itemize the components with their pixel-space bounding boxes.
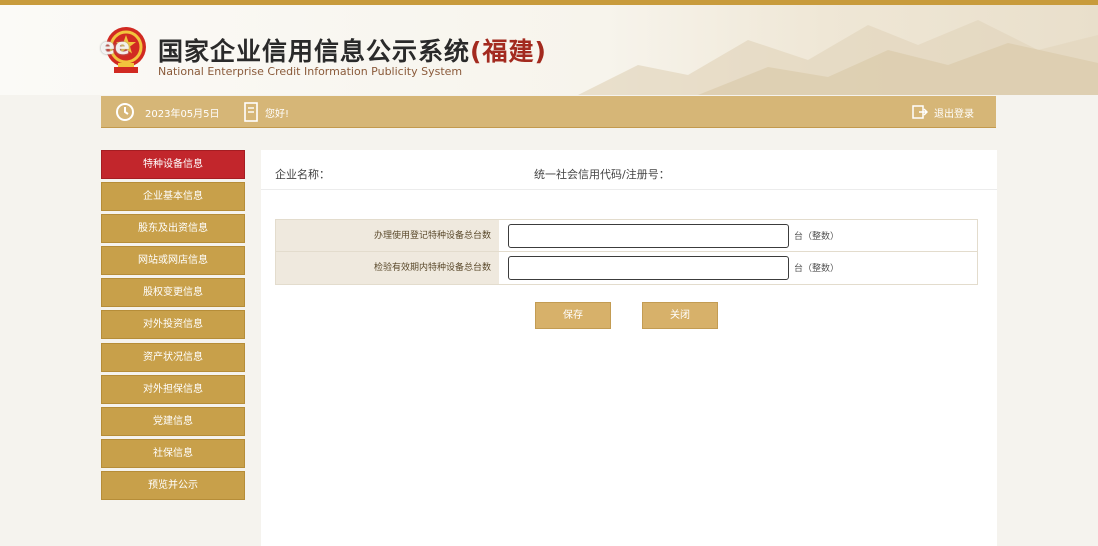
mountain-decoration — [578, 20, 1098, 95]
site-header: ee 国家企业信用信息公示系统(福建) National Enterprise … — [0, 5, 1098, 95]
site-title-province: (福建) — [470, 37, 547, 66]
registered-equipment-input[interactable] — [508, 224, 789, 248]
form-row: 检验有效期内特种设备总台数 台（整数） — [276, 252, 977, 284]
sidebar-nav: 特种设备信息 企业基本信息 股东及出资信息 网站或网店信息 股权变更信息 对外投… — [101, 150, 245, 503]
logout-icon — [912, 105, 928, 119]
sidebar-item-preview-publish[interactable]: 预览并公示 — [101, 470, 245, 500]
sidebar-item-equity-change[interactable]: 股权变更信息 — [101, 278, 245, 308]
watermark-text: ee — [100, 35, 130, 60]
inspected-equipment-input[interactable] — [508, 256, 789, 280]
registered-equipment-label: 办理使用登记特种设备总台数 — [276, 220, 499, 251]
logout-button[interactable]: 退出登录 — [912, 102, 974, 122]
credit-code-label: 统一社会信用代码/注册号： — [534, 168, 670, 181]
close-button[interactable]: 关闭 — [642, 302, 718, 329]
user-card-icon — [244, 102, 258, 122]
equipment-form: 办理使用登记特种设备总台数 台（整数） 检验有效期内特种设备总台数 台（整数） — [275, 219, 978, 285]
site-title-main: 国家企业信用信息公示系统 — [158, 37, 471, 66]
logout-label: 退出登录 — [934, 108, 974, 120]
user-toolbar: 2023年05月5日 您好! 退出登录 — [101, 96, 996, 128]
sidebar-item-investment[interactable]: 对外投资信息 — [101, 310, 245, 340]
site-title: 国家企业信用信息公示系统(福建) — [158, 32, 547, 68]
sidebar-item-special-equipment[interactable]: 特种设备信息 — [101, 150, 245, 179]
site-subtitle: National Enterprise Credit Information P… — [158, 65, 463, 78]
sidebar-item-guarantee[interactable]: 对外担保信息 — [101, 374, 245, 404]
sidebar-item-social-security[interactable]: 社保信息 — [101, 438, 245, 468]
unit-label: 台（整数） — [794, 232, 840, 242]
sidebar-item-basic-info[interactable]: 企业基本信息 — [101, 182, 245, 212]
form-field-cell: 台（整数） — [499, 252, 977, 284]
main-content: 企业名称： 统一社会信用代码/注册号： 办理使用登记特种设备总台数 台（整数） … — [261, 150, 997, 546]
current-date: 2023年05月5日 — [145, 109, 220, 120]
enterprise-name-label: 企业名称： — [275, 168, 330, 181]
save-button[interactable]: 保存 — [535, 302, 611, 329]
form-field-cell: 台（整数） — [499, 220, 977, 251]
sidebar-item-website[interactable]: 网站或网店信息 — [101, 246, 245, 276]
sidebar-item-party[interactable]: 党建信息 — [101, 406, 245, 436]
enterprise-info-bar: 企业名称： 统一社会信用代码/注册号： — [261, 150, 997, 190]
sidebar-item-shareholders[interactable]: 股东及出资信息 — [101, 214, 245, 244]
unit-label: 台（整数） — [794, 264, 840, 274]
inspected-equipment-label: 检验有效期内特种设备总台数 — [276, 252, 499, 284]
form-row: 办理使用登记特种设备总台数 台（整数） — [276, 220, 977, 252]
clock-icon — [116, 103, 134, 121]
user-greeting: 您好! — [265, 109, 290, 120]
sidebar-item-assets[interactable]: 资产状况信息 — [101, 342, 245, 372]
